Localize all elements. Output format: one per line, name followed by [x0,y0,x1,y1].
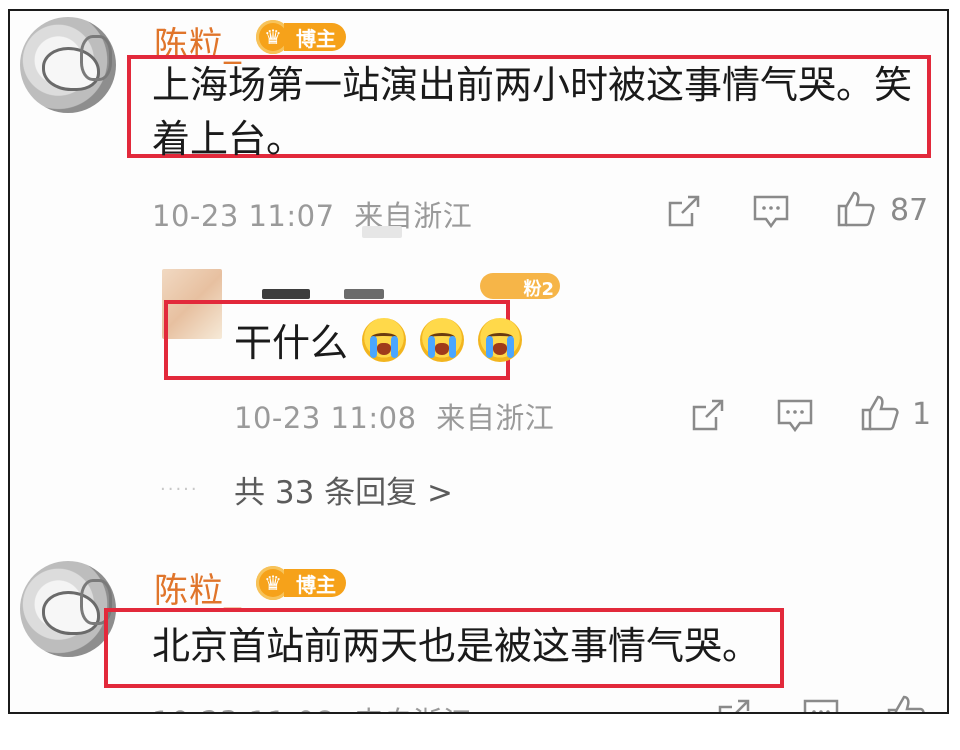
blogger-badge: ♛ 博主 [256,20,346,54]
location: 来自浙江 [354,705,472,712]
reply-text-content: 干什么 [234,321,349,365]
blogger-badge: ♛ 博主 [256,566,346,600]
comment-meta: 10-23 11:07 来自浙江 [152,193,472,235]
fan-badge: 粉2 [480,273,560,300]
comment-text-line: 上海场第一站演出前两小时被这事情气哭。笑 [152,63,913,107]
comment-icon[interactable] [752,193,790,231]
comment-text: 上海场第一站演出前两小时被这事情气哭。笑 着上台。 [152,58,912,166]
like-count: 1 [912,397,932,432]
comment-text: 北京首站前两天也是被这事情气哭。 [152,619,760,673]
crying-face-icon [362,318,407,362]
reply-text: 干什么 [234,316,523,370]
comment-icon[interactable] [776,397,814,435]
comment-icon[interactable] [802,697,840,714]
comment-text-line: 北京首站前两天也是被这事情气哭。 [152,624,761,668]
comment-username[interactable]: 陈粒_ [154,563,242,612]
thumbs-up-icon[interactable] [860,393,900,433]
crying-face-icon [478,318,523,362]
more-replies-link[interactable]: 共 33 条回复 > [234,467,453,512]
badge-label: 博主 [284,23,346,51]
screenshot-frame: 陈粒_ ♛ 博主 上海场第一站演出前两小时被这事情气哭。笑 着上台。 10-23… [8,9,949,714]
comment-text-line: 着上台。 [152,117,305,161]
crying-face-icon [420,318,465,362]
share-icon[interactable] [690,397,726,433]
reply-divider: ····· [160,479,199,500]
timestamp: 10-23 11:08 [234,401,417,435]
location: 来自浙江 [436,401,555,435]
blurred-username [262,289,310,299]
avatar[interactable] [20,561,116,657]
comment-meta: 10-23 11:08 来自浙江 [152,699,472,712]
avatar-sketch-detail [80,35,112,81]
fan-badge-label: 粉2 [523,279,554,300]
avatar[interactable] [20,17,116,113]
badge-label: 博主 [284,569,346,597]
timestamp: 10-23 11:08 [152,705,335,712]
thumbs-up-icon[interactable] [886,693,926,714]
thumbs-up-icon[interactable] [836,189,876,229]
blurred-area [362,226,402,238]
share-icon[interactable] [716,697,752,714]
like-count: 87 [890,193,929,228]
share-icon[interactable] [666,193,702,229]
timestamp: 10-23 11:07 [152,199,335,233]
blurred-username [344,289,384,299]
reply-meta: 10-23 11:08 来自浙江 [234,395,554,437]
